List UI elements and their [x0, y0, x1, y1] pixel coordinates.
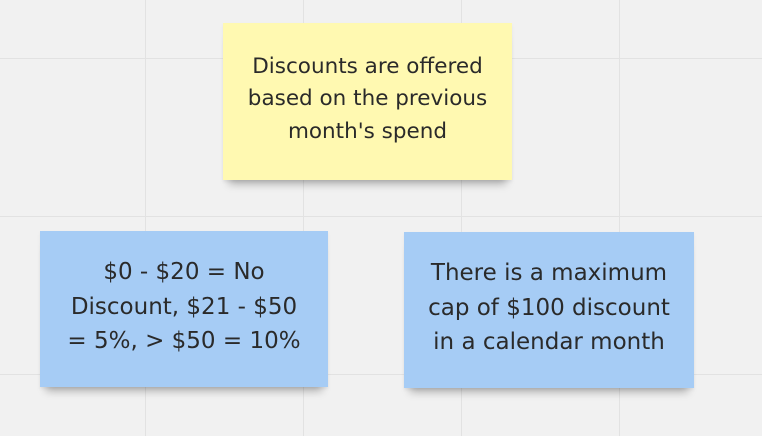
sticky-note-discount-basis[interactable]: Discounts are offered based on the previ…: [223, 23, 512, 180]
sticky-note-text: There is a maximum cap of $100 discount …: [428, 260, 670, 356]
sticky-note-discount-cap[interactable]: There is a maximum cap of $100 discount …: [404, 232, 694, 388]
sticky-note-discount-tiers[interactable]: $0 - $20 = No Discount, $21 - $50 = 5%, …: [40, 231, 328, 387]
whiteboard-canvas[interactable]: Discounts are offered based on the previ…: [0, 0, 762, 436]
sticky-note-text: Discounts are offered based on the previ…: [247, 53, 488, 144]
sticky-note-text: $0 - $20 = No Discount, $21 - $50 = 5%, …: [67, 259, 301, 355]
